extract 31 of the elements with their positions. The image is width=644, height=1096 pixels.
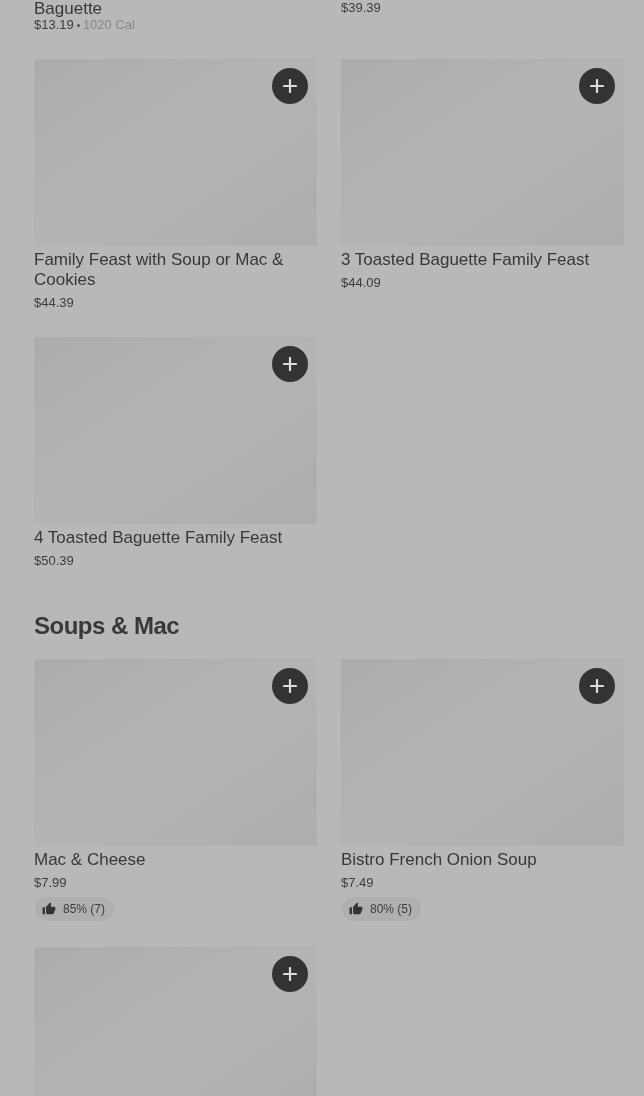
item-name: 4 Toasted Baguette Family Feast — [34, 528, 284, 548]
plus-icon — [283, 79, 297, 93]
plus-icon — [283, 679, 297, 693]
item-name: Bistro French Onion Soup — [341, 850, 538, 870]
item-price: $50.39 — [34, 553, 75, 569]
item-price: $44.09 — [341, 275, 382, 291]
add-button[interactable] — [579, 68, 615, 104]
item-name: 3 Toasted Baguette Family Feast — [341, 250, 591, 270]
thumbs-up-icon — [42, 902, 56, 916]
item-price: $7.99 — [34, 875, 68, 891]
add-button[interactable] — [579, 668, 615, 704]
rating-text: 85% (7) — [63, 902, 106, 916]
item-price: $39.39 — [341, 0, 381, 16]
plus-icon — [283, 357, 297, 371]
item-price: $44.39 — [34, 295, 75, 311]
add-button[interactable] — [272, 668, 308, 704]
add-button[interactable] — [272, 68, 308, 104]
thumbs-up-icon — [349, 902, 363, 916]
rating-text: 80% (5) — [370, 902, 413, 916]
plus-icon — [283, 967, 297, 981]
item-name: Family Feast with Soup or Mac & Cookies — [34, 250, 285, 290]
item-name: Mac & Cheese — [34, 850, 147, 870]
item-price: $7.49 — [341, 875, 375, 891]
add-button[interactable] — [272, 346, 308, 382]
item-price: $13.19 — [34, 17, 74, 33]
item-name: Baguette — [34, 0, 104, 17]
photo-placeholder[interactable] — [34, 947, 317, 1096]
plus-icon — [590, 79, 604, 93]
add-button[interactable] — [272, 956, 308, 992]
section-heading: Soups & Mac — [34, 611, 181, 641]
plus-icon — [590, 679, 604, 693]
